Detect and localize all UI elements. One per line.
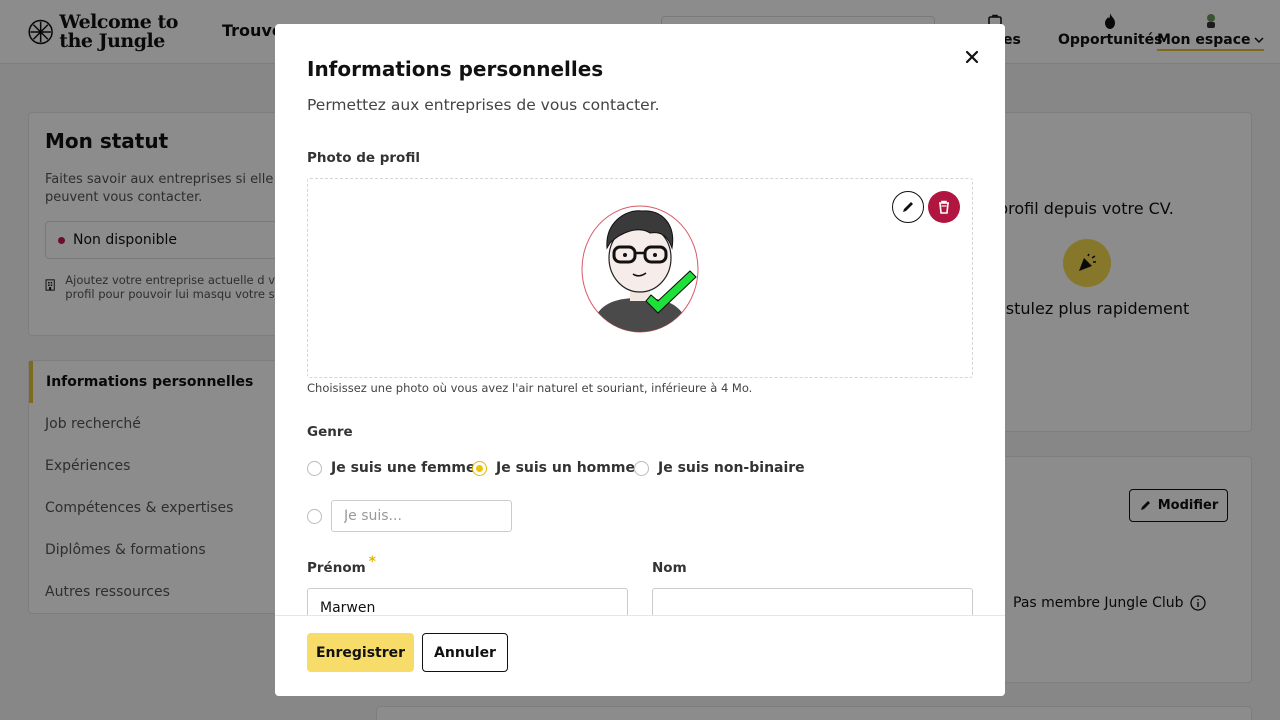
modal-title: Informations personnelles [307, 57, 604, 81]
radio-homme[interactable] [472, 460, 487, 476]
photo-hint: Choisissez une photo où vous avez l'air … [307, 381, 753, 395]
required-mark: * [368, 554, 376, 570]
gender-label: Genre [307, 424, 353, 440]
profile-photo-avatar [581, 205, 699, 333]
gender-option-non-binaire-label: Je suis non-binaire [658, 460, 805, 476]
gender-option-homme-label: Je suis un homme [496, 460, 635, 476]
edit-photo-button[interactable] [892, 191, 924, 223]
gender-option-non-binaire[interactable]: Je suis non-binaire [634, 460, 805, 476]
modal-footer: Enregistrer Annuler [275, 615, 1005, 696]
last-name-label: Nom [652, 560, 687, 576]
delete-photo-button[interactable] [928, 191, 960, 223]
close-icon[interactable] [961, 46, 983, 68]
photo-label: Photo de profil [307, 150, 420, 166]
gender-option-custom [307, 500, 512, 532]
save-button[interactable]: Enregistrer [307, 633, 414, 672]
gender-option-femme[interactable]: Je suis une femme [307, 460, 475, 476]
first-name-label: Prénom * [307, 554, 376, 576]
radio-custom[interactable] [307, 508, 322, 524]
gender-custom-input[interactable] [331, 500, 512, 532]
modal-subtitle: Permettez aux entreprises de vous contac… [307, 96, 660, 114]
gender-option-homme[interactable]: Je suis un homme [472, 460, 635, 476]
radio-non-binaire[interactable] [634, 460, 649, 476]
trash-icon [939, 200, 949, 214]
gender-option-femme-label: Je suis une femme [331, 460, 476, 476]
radio-femme[interactable] [307, 460, 322, 476]
first-name-label-text: Prénom [307, 560, 366, 576]
photo-dropzone[interactable] [307, 178, 973, 378]
cancel-button[interactable]: Annuler [422, 633, 508, 672]
pencil-icon [903, 202, 913, 212]
personal-info-modal: Informations personnelles Permettez aux … [275, 24, 1005, 696]
